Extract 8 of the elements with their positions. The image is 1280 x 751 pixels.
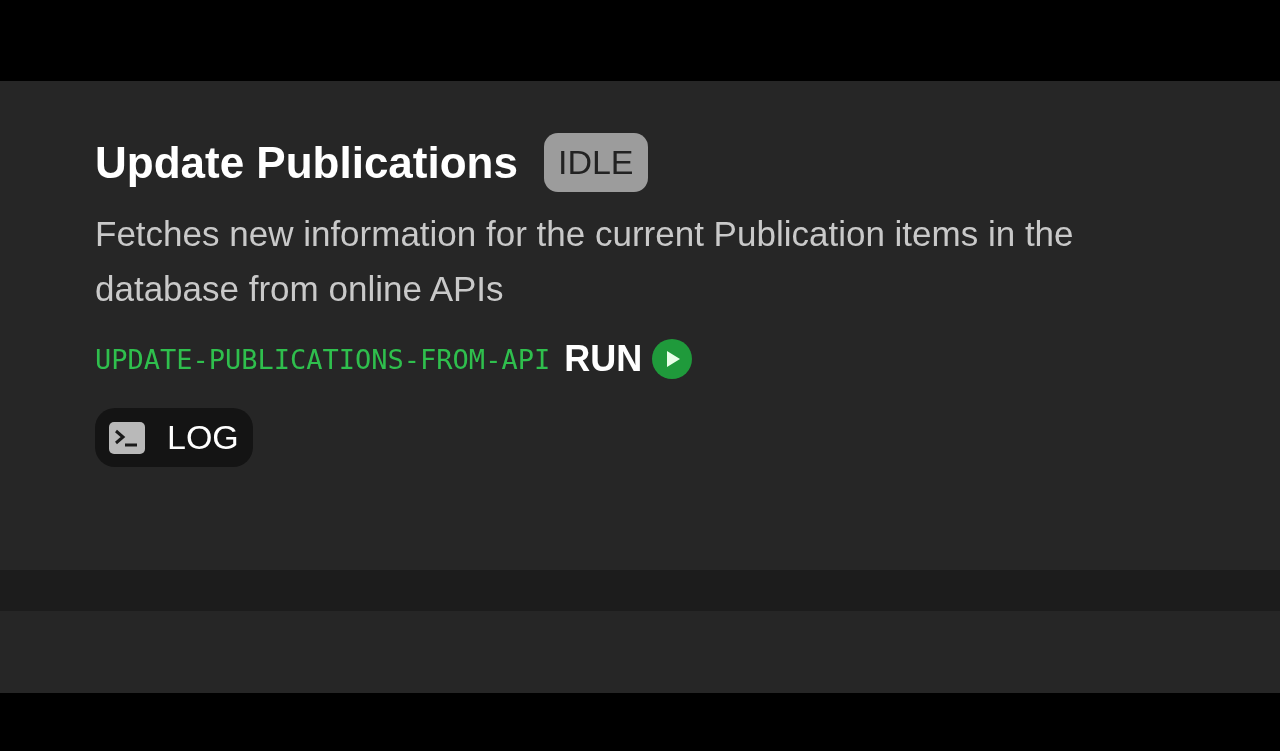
- task-description: Fetches new information for the current Publication items in the database from online APIs: [95, 213, 1075, 310]
- log-button[interactable]: LOG: [95, 408, 253, 467]
- task-title: Update Publications: [95, 137, 518, 188]
- run-button[interactable]: RUN: [564, 338, 693, 380]
- command-name: UPDATE-PUBLICATIONS-FROM-API: [95, 343, 551, 375]
- terminal-icon: [109, 421, 145, 454]
- play-icon: [652, 339, 693, 379]
- status-badge: IDLE: [543, 133, 648, 192]
